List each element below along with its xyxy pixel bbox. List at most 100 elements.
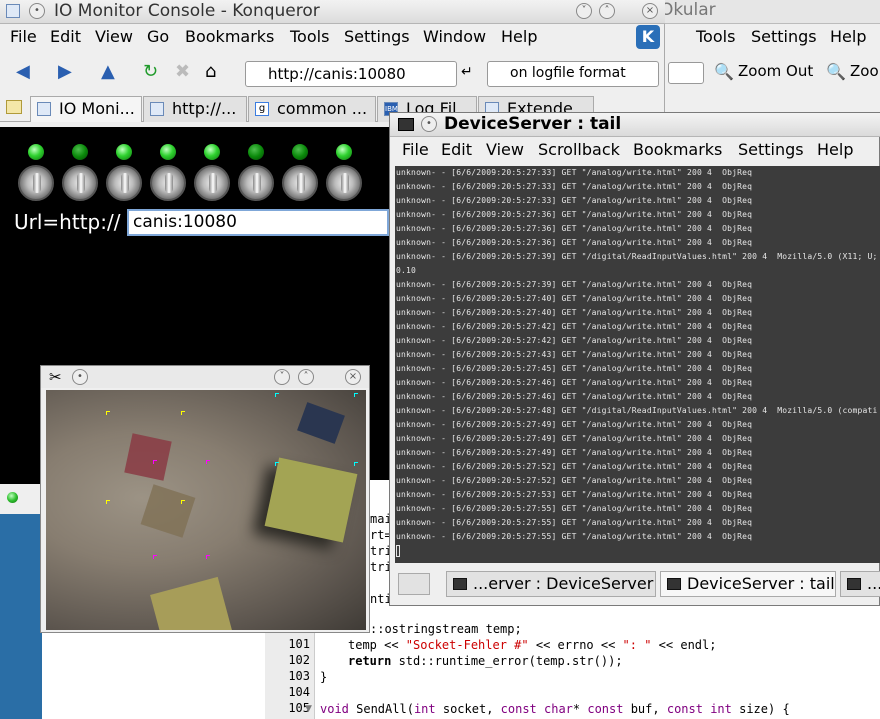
new-session-button[interactable]	[398, 573, 430, 595]
close-button[interactable]: ×	[345, 369, 361, 385]
led-indicator	[28, 144, 44, 160]
menu-tools[interactable]: Tools	[290, 27, 329, 46]
maximize-button[interactable]: ˄	[599, 3, 615, 19]
line-number: 102	[288, 653, 310, 667]
sticky-button[interactable]: •	[72, 369, 88, 385]
code-token: buf,	[623, 702, 667, 716]
zoom-in-icon[interactable]: 🔍	[826, 62, 846, 81]
konqueror-statusbar	[0, 484, 42, 514]
code-keyword: return	[348, 654, 392, 668]
zoom-out-label[interactable]: Zoom Out	[738, 62, 813, 80]
camera-titlebar[interactable]: ✂ • ˅ ˄ ×	[41, 366, 369, 388]
zoom-out-icon[interactable]: 🔍	[714, 62, 734, 81]
log-line: unknown- - [6/6/2009:20:5:27:39] GET "/a…	[396, 280, 753, 289]
menu-edit[interactable]: Edit	[50, 27, 81, 46]
toggle-switch[interactable]	[150, 165, 186, 201]
menu-bookmarks[interactable]: Bookmarks	[185, 27, 274, 46]
location-input[interactable]: http://canis:10080	[245, 61, 457, 87]
minimize-button[interactable]: ˅	[576, 3, 592, 19]
sticky-note-beige	[140, 484, 196, 538]
term-menu-help[interactable]: Help	[817, 140, 853, 159]
terminal-title: DeviceServer : tail	[444, 114, 622, 134]
code-token: *	[572, 702, 588, 716]
line-number: 101	[288, 637, 310, 651]
okular-menu-tools[interactable]: Tools	[696, 27, 735, 46]
menu-help[interactable]: Help	[501, 27, 537, 46]
log-line: unknown- - [6/6/2009:20:5:27:46] GET "/a…	[396, 378, 753, 387]
fold-marker-icon[interactable]: ▼	[305, 704, 312, 714]
home-icon[interactable]: ⌂	[205, 62, 216, 82]
sticky-note-red	[124, 433, 172, 481]
led-indicator	[160, 144, 176, 160]
sticky-button[interactable]: •	[29, 3, 45, 19]
konqueror-title: IO Monitor Console - Konqueror	[54, 1, 320, 21]
menu-settings[interactable]: Settings	[344, 27, 410, 46]
toggle-switch[interactable]	[238, 165, 274, 201]
toggle-switch[interactable]	[18, 165, 54, 201]
terminal-output[interactable]: unknown- - [6/6/2009:20:5:27:33] GET "/a…	[395, 166, 880, 563]
tools-icon[interactable]: ✂	[49, 368, 62, 386]
device-url-input[interactable]: canis:10080	[127, 209, 389, 236]
window-menu-icon[interactable]	[6, 4, 20, 18]
tab-http[interactable]: http://...	[143, 96, 247, 122]
forward-icon[interactable]: ▶	[58, 62, 72, 82]
tab-deviceserver-tail[interactable]: DeviceServer : tail	[660, 571, 836, 597]
terminal-window: • DeviceServer : tail File Edit View Scr…	[389, 112, 880, 606]
code-string: "Socket-Fehler #"	[405, 638, 529, 652]
tab-more[interactable]: ...	[840, 571, 880, 597]
go-icon[interactable]: ↵	[461, 62, 473, 82]
menu-go[interactable]: Go	[147, 27, 169, 46]
code-token: size) {	[731, 702, 790, 716]
code-line-101: temp << "Socket-Fehler #" << errno << ":…	[348, 638, 716, 652]
zoom-in-label[interactable]: Zoo	[850, 62, 879, 80]
okular-menu-settings[interactable]: Settings	[751, 27, 817, 46]
log-line: unknown- - [6/6/2009:20:5:27:53] GET "/a…	[396, 490, 753, 499]
close-button[interactable]: ×	[642, 3, 658, 19]
term-menu-settings[interactable]: Settings	[738, 140, 804, 159]
sticky-button[interactable]: •	[421, 116, 437, 132]
tab-deviceserver[interactable]: ...erver : DeviceServer	[446, 571, 656, 597]
sticky-note-blue	[297, 402, 345, 444]
menu-file[interactable]: File	[10, 27, 37, 46]
terminal-icon[interactable]	[398, 118, 414, 131]
term-menu-edit[interactable]: Edit	[441, 140, 472, 159]
maximize-button[interactable]: ˄	[298, 369, 314, 385]
toggle-switch[interactable]	[194, 165, 230, 201]
term-menu-view[interactable]: View	[486, 140, 524, 159]
toggle-switch[interactable]	[62, 165, 98, 201]
term-menu-scrollback[interactable]: Scrollback	[538, 140, 620, 159]
toggle-switch[interactable]	[106, 165, 142, 201]
okular-menu-help[interactable]: Help	[830, 27, 866, 46]
up-icon[interactable]: ▲	[101, 62, 115, 82]
led-indicator	[336, 144, 352, 160]
okular-zoom-combo[interactable]	[668, 62, 704, 84]
terminal-titlebar[interactable]: • DeviceServer : tail	[390, 113, 880, 137]
reload-icon[interactable]: ↻	[143, 62, 158, 82]
log-line: unknown- - [6/6/2009:20:5:27:46] GET "/a…	[396, 392, 753, 401]
term-menu-file[interactable]: File	[402, 140, 429, 159]
back-icon[interactable]: ◀	[16, 62, 30, 82]
term-menu-bookmarks[interactable]: Bookmarks	[633, 140, 722, 159]
minimize-button[interactable]: ˅	[274, 369, 290, 385]
code-token: std::runtime_error(temp.str());	[391, 654, 623, 668]
tab-label: IO Moni...	[59, 99, 135, 118]
tab-common[interactable]: g common ...	[248, 96, 376, 122]
log-line: unknown- - [6/6/2009:20:5:27:55] GET "/a…	[396, 518, 753, 527]
log-line: unknown- - [6/6/2009:20:5:27:33] GET "/a…	[396, 168, 753, 177]
tab-io-monitor[interactable]: IO Moni...	[30, 96, 142, 122]
menu-view[interactable]: View	[95, 27, 133, 46]
search-input[interactable]: on logfile format	[487, 61, 659, 87]
code-type: int	[413, 702, 436, 716]
menu-window[interactable]: Window	[423, 27, 486, 46]
toggle-switch[interactable]	[326, 165, 362, 201]
code-type: const char	[500, 702, 573, 716]
toggle-switch[interactable]	[282, 165, 318, 201]
stop-icon[interactable]: ✖	[175, 62, 190, 82]
konqueror-titlebar[interactable]: • IO Monitor Console - Konqueror ˅ ˄ ×	[0, 0, 665, 24]
terminal-icon	[453, 578, 467, 590]
new-tab-icon[interactable]	[6, 100, 22, 114]
log-line: unknown- - [6/6/2009:20:5:27:39] GET "/d…	[396, 252, 878, 261]
marker	[181, 411, 185, 415]
code-line-102: return std::runtime_error(temp.str());	[348, 654, 623, 668]
okular-titlebar[interactable]: Okular	[640, 0, 880, 24]
